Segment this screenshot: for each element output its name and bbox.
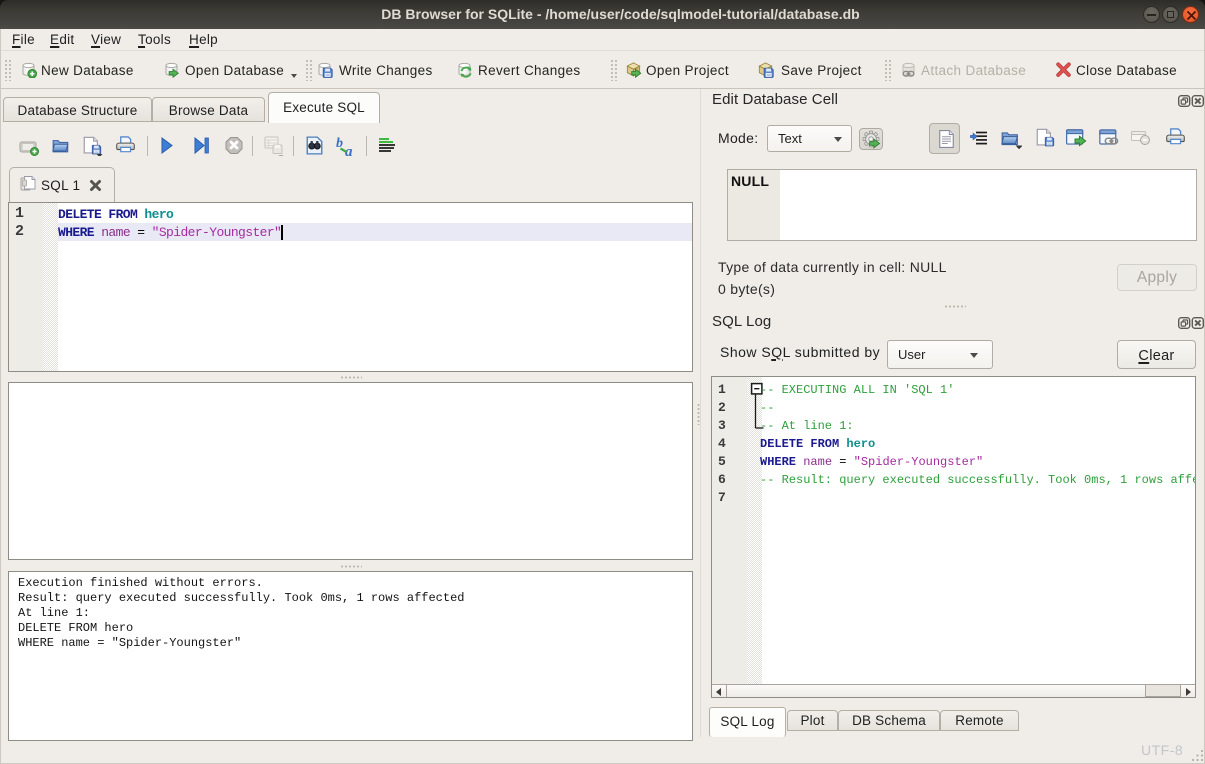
- svg-text:a: a: [345, 144, 353, 156]
